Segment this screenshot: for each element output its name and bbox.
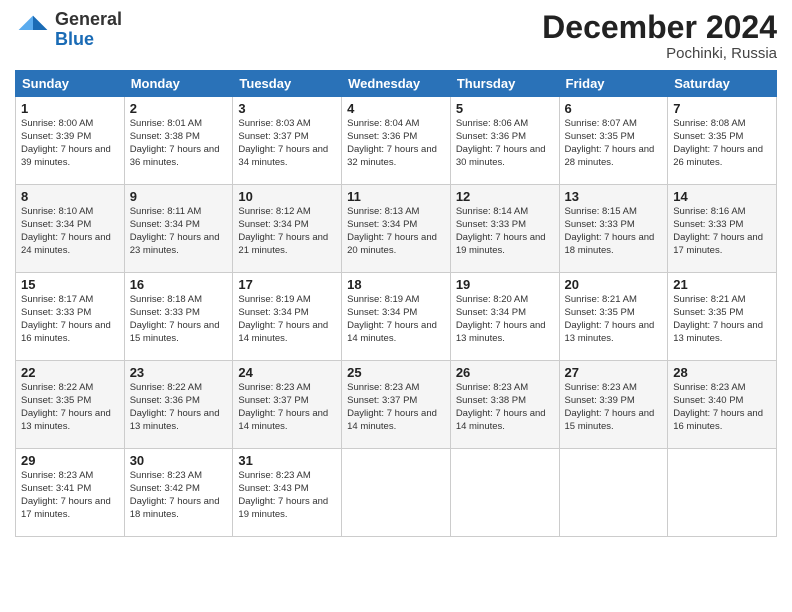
table-row: 16 Sunrise: 8:18 AM Sunset: 3:33 PM Dayl…	[124, 273, 233, 361]
subtitle: Pochinki, Russia	[542, 45, 777, 62]
table-row: 12 Sunrise: 8:14 AM Sunset: 3:33 PM Dayl…	[450, 185, 559, 273]
calendar-week-row: 15 Sunrise: 8:17 AM Sunset: 3:33 PM Dayl…	[16, 273, 777, 361]
logo-general: General	[55, 9, 122, 29]
header: General Blue December 2024 Pochinki, Rus…	[15, 10, 777, 62]
table-row: 13 Sunrise: 8:15 AM Sunset: 3:33 PM Dayl…	[559, 185, 668, 273]
col-sunday: Sunday	[16, 71, 125, 97]
logo-blue: Blue	[55, 29, 94, 49]
empty-cell	[342, 449, 451, 537]
col-wednesday: Wednesday	[342, 71, 451, 97]
col-thursday: Thursday	[450, 71, 559, 97]
calendar-week-row: 29 Sunrise: 8:23 AM Sunset: 3:41 PM Dayl…	[16, 449, 777, 537]
table-row: 28 Sunrise: 8:23 AM Sunset: 3:40 PM Dayl…	[668, 361, 777, 449]
table-row: 31 Sunrise: 8:23 AM Sunset: 3:43 PM Dayl…	[233, 449, 342, 537]
table-row: 27 Sunrise: 8:23 AM Sunset: 3:39 PM Dayl…	[559, 361, 668, 449]
table-row: 5 Sunrise: 8:06 AM Sunset: 3:36 PM Dayli…	[450, 97, 559, 185]
table-row: 26 Sunrise: 8:23 AM Sunset: 3:38 PM Dayl…	[450, 361, 559, 449]
table-row: 4 Sunrise: 8:04 AM Sunset: 3:36 PM Dayli…	[342, 97, 451, 185]
empty-cell	[450, 449, 559, 537]
calendar-week-row: 8 Sunrise: 8:10 AM Sunset: 3:34 PM Dayli…	[16, 185, 777, 273]
page: General Blue December 2024 Pochinki, Rus…	[0, 0, 792, 612]
table-row: 22 Sunrise: 8:22 AM Sunset: 3:35 PM Dayl…	[16, 361, 125, 449]
calendar-header-row: Sunday Monday Tuesday Wednesday Thursday…	[16, 71, 777, 97]
table-row: 18 Sunrise: 8:19 AM Sunset: 3:34 PM Dayl…	[342, 273, 451, 361]
calendar-table: Sunday Monday Tuesday Wednesday Thursday…	[15, 70, 777, 537]
table-row: 20 Sunrise: 8:21 AM Sunset: 3:35 PM Dayl…	[559, 273, 668, 361]
table-row: 21 Sunrise: 8:21 AM Sunset: 3:35 PM Dayl…	[668, 273, 777, 361]
col-tuesday: Tuesday	[233, 71, 342, 97]
table-row: 23 Sunrise: 8:22 AM Sunset: 3:36 PM Dayl…	[124, 361, 233, 449]
col-friday: Friday	[559, 71, 668, 97]
logo: General Blue	[15, 10, 122, 50]
table-row: 1 Sunrise: 8:00 AM Sunset: 3:39 PM Dayli…	[16, 97, 125, 185]
table-row: 25 Sunrise: 8:23 AM Sunset: 3:37 PM Dayl…	[342, 361, 451, 449]
table-row: 19 Sunrise: 8:20 AM Sunset: 3:34 PM Dayl…	[450, 273, 559, 361]
logo-icon	[15, 12, 51, 48]
logo-text: General Blue	[55, 10, 122, 50]
month-title: December 2024	[542, 10, 777, 45]
table-row: 15 Sunrise: 8:17 AM Sunset: 3:33 PM Dayl…	[16, 273, 125, 361]
table-row: 14 Sunrise: 8:16 AM Sunset: 3:33 PM Dayl…	[668, 185, 777, 273]
title-area: December 2024 Pochinki, Russia	[542, 10, 777, 62]
col-monday: Monday	[124, 71, 233, 97]
table-row: 2 Sunrise: 8:01 AM Sunset: 3:38 PM Dayli…	[124, 97, 233, 185]
empty-cell	[559, 449, 668, 537]
table-row: 29 Sunrise: 8:23 AM Sunset: 3:41 PM Dayl…	[16, 449, 125, 537]
empty-cell	[668, 449, 777, 537]
table-row: 7 Sunrise: 8:08 AM Sunset: 3:35 PM Dayli…	[668, 97, 777, 185]
table-row: 11 Sunrise: 8:13 AM Sunset: 3:34 PM Dayl…	[342, 185, 451, 273]
table-row: 10 Sunrise: 8:12 AM Sunset: 3:34 PM Dayl…	[233, 185, 342, 273]
calendar-week-row: 22 Sunrise: 8:22 AM Sunset: 3:35 PM Dayl…	[16, 361, 777, 449]
table-row: 24 Sunrise: 8:23 AM Sunset: 3:37 PM Dayl…	[233, 361, 342, 449]
col-saturday: Saturday	[668, 71, 777, 97]
table-row: 3 Sunrise: 8:03 AM Sunset: 3:37 PM Dayli…	[233, 97, 342, 185]
table-row: 9 Sunrise: 8:11 AM Sunset: 3:34 PM Dayli…	[124, 185, 233, 273]
table-row: 17 Sunrise: 8:19 AM Sunset: 3:34 PM Dayl…	[233, 273, 342, 361]
table-row: 8 Sunrise: 8:10 AM Sunset: 3:34 PM Dayli…	[16, 185, 125, 273]
table-row: 6 Sunrise: 8:07 AM Sunset: 3:35 PM Dayli…	[559, 97, 668, 185]
calendar-week-row: 1 Sunrise: 8:00 AM Sunset: 3:39 PM Dayli…	[16, 97, 777, 185]
table-row: 30 Sunrise: 8:23 AM Sunset: 3:42 PM Dayl…	[124, 449, 233, 537]
